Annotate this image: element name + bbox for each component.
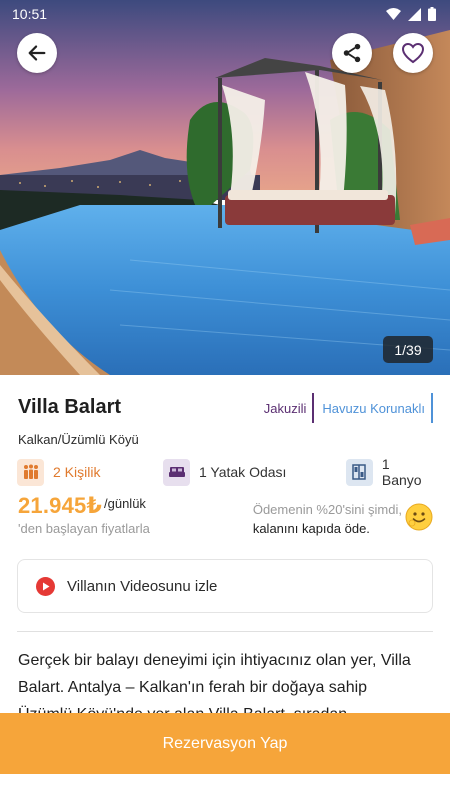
villa-pool-photo	[0, 0, 450, 375]
feature-row: 2 Kişilik 1 Yatak Odası 1 Banyo	[17, 456, 433, 488]
battery-icon	[428, 7, 436, 21]
photo-counter: 1/39	[383, 336, 433, 363]
feature-guests-label: 2 Kişilik	[53, 464, 101, 480]
feature-bathrooms-label: 1 Banyo	[381, 456, 422, 488]
villa-location: Kalkan/Üzümlü Köyü	[18, 432, 139, 447]
feature-guests: 2 Kişilik	[17, 458, 100, 486]
payment-note-line2: kalanını kapıda öde.	[252, 521, 370, 536]
watch-video-label: Villanın Videosunu izle	[67, 577, 218, 595]
share-icon	[343, 43, 361, 63]
watch-video-button[interactable]: Villanın Videosunu izle	[17, 559, 433, 613]
villa-tags: Jakuzili Havuzu Korunaklı	[256, 393, 433, 423]
smile-emoji-icon	[405, 503, 433, 531]
tag-jacuzzi: Jakuzili	[256, 393, 315, 423]
villa-name: Villa Balart	[18, 396, 122, 418]
back-arrow-icon	[28, 45, 46, 61]
hero-photo[interactable]: 10:51 1/39	[0, 0, 450, 375]
price-value: 21.945₺	[18, 493, 102, 518]
payment-note-line1: Ödemenin %20'sini şimdi,	[252, 502, 402, 517]
price-unit: /günlük	[104, 496, 146, 511]
system-nav-bar	[0, 774, 450, 800]
payment-note: Ödemenin %20'sini şimdi, kalanını kapıda…	[253, 500, 402, 538]
wifi-icon	[386, 8, 401, 20]
share-button[interactable]	[332, 33, 372, 73]
divider	[17, 631, 433, 632]
heart-icon	[401, 42, 425, 64]
price: 21.945₺ /günlük	[18, 493, 146, 519]
status-time: 10:51	[12, 6, 48, 22]
signal-icon	[408, 7, 421, 21]
price-note: 'den başlayan fiyatlarla	[18, 521, 150, 536]
tag-protected-pool: Havuzu Korunaklı	[314, 393, 433, 423]
feature-bedrooms: 1 Yatak Odası	[163, 458, 286, 486]
feature-bathrooms: 1 Banyo	[346, 456, 433, 488]
play-icon	[36, 576, 55, 596]
feature-bedrooms-label: 1 Yatak Odası	[199, 464, 287, 480]
reserve-button[interactable]: Rezervasyon Yap	[0, 713, 450, 774]
back-button[interactable]	[17, 33, 57, 73]
bed-icon	[163, 458, 190, 486]
people-icon	[17, 458, 44, 486]
door-icon	[346, 458, 373, 486]
status-bar: 10:51	[0, 0, 450, 28]
favorite-button[interactable]	[393, 33, 433, 73]
